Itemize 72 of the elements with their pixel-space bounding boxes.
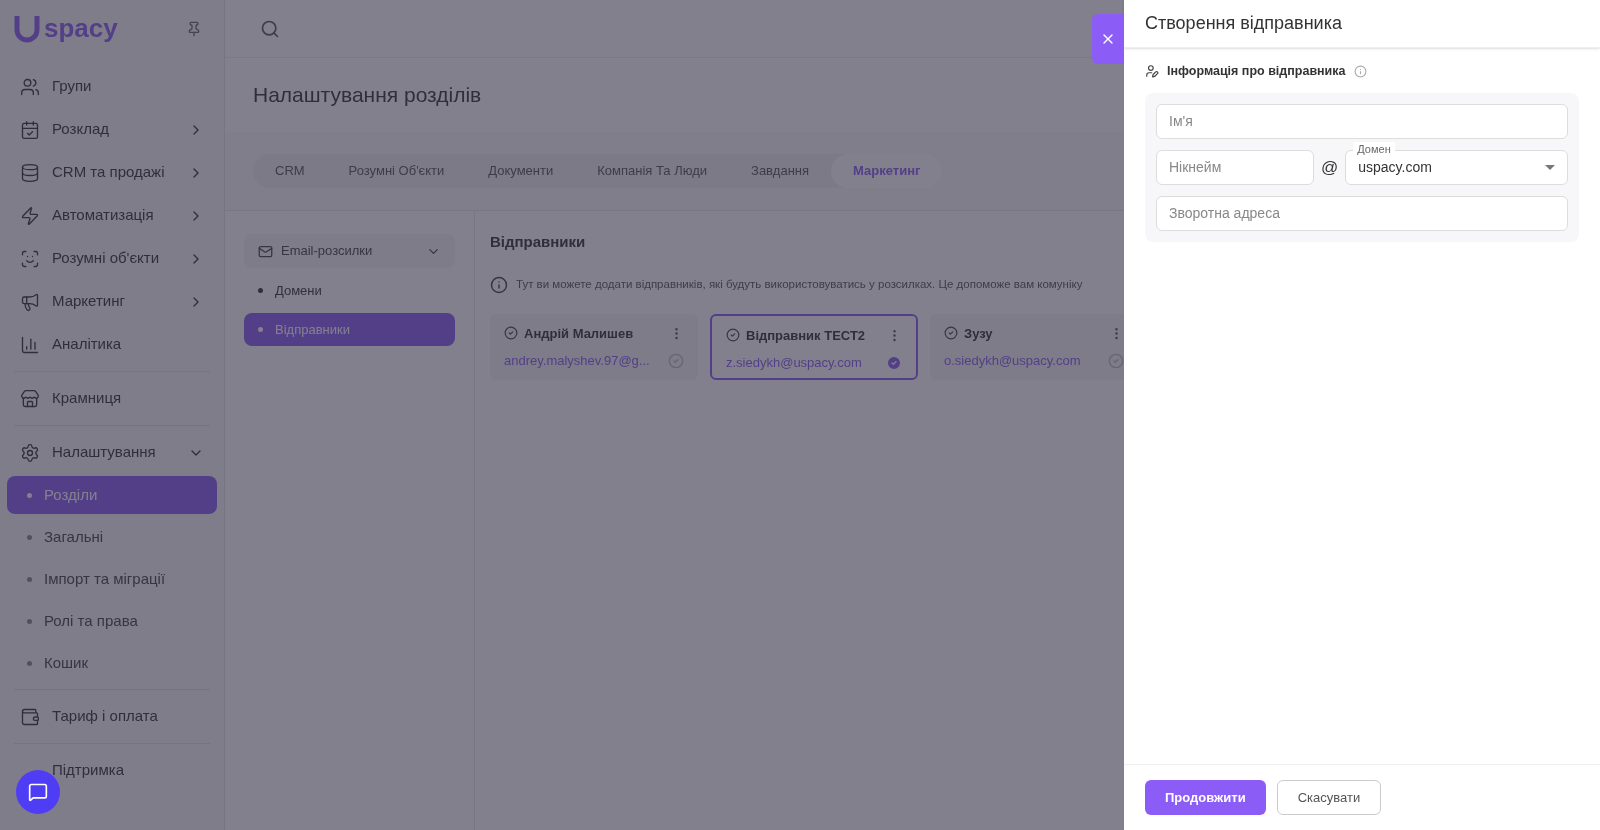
- settings-icon: [20, 442, 40, 463]
- section-tab[interactable]: Розумні Об'єкти: [326, 154, 467, 188]
- sender-name: Зузу: [964, 324, 994, 343]
- check-circle-icon[interactable]: [1108, 352, 1124, 369]
- mail-icon: [258, 243, 273, 259]
- section-tab[interactable]: Компанія Та Люди: [575, 154, 730, 188]
- info-text: Тут ви можете додати відправників, які будуть використовуватись у розсилках. Це допоможе вам комуніку: [516, 276, 1083, 292]
- name-field[interactable]: Ім'я: [1156, 103, 1568, 139]
- sidebar-item[interactable]: Аналітика: [2, 323, 222, 366]
- reply-address-field[interactable]: Зворотна адреса: [1156, 195, 1568, 231]
- info-icon: [490, 275, 508, 294]
- sender-name: Андрій Малишев: [524, 324, 635, 343]
- nickname-field[interactable]: Нікнейм: [1156, 149, 1314, 185]
- scan-icon: [20, 248, 40, 269]
- sender-card[interactable]: Відправник ТЕСТ2 z.siedykh@uspacy.com: [710, 313, 918, 380]
- section-tab[interactable]: CRM: [253, 154, 327, 188]
- section-tab[interactable]: Документи: [466, 154, 576, 188]
- sidebar-subitem[interactable]: Розділи: [7, 476, 217, 514]
- sender-email[interactable]: andrey.malyshev.97@g...: [504, 351, 662, 371]
- sidebar-item[interactable]: Крамниця: [2, 377, 222, 420]
- sidebar-subitem[interactable]: Загальні: [7, 518, 217, 556]
- chat-icon: [28, 782, 48, 802]
- sender-card[interactable]: Зузу o.siedykh@uspacy.com: [930, 313, 1124, 380]
- sidebar-subitem[interactable]: Ролі та права: [7, 602, 217, 640]
- sender-name: Відправник ТЕСТ2: [746, 326, 867, 345]
- section-tab[interactable]: Завдання: [729, 154, 832, 188]
- at-sign: @: [1321, 156, 1339, 179]
- info-icon[interactable]: [1353, 64, 1367, 78]
- sidebar-item[interactable]: Налаштування: [2, 431, 222, 474]
- continue-button[interactable]: Продовжити: [1145, 780, 1266, 815]
- wallet-icon: [20, 706, 40, 727]
- sidebar-subitem[interactable]: Кошик: [7, 644, 217, 682]
- submenu-item[interactable]: Відправники: [244, 313, 455, 346]
- check-circle-icon: [504, 326, 518, 341]
- field-label: Домен: [1353, 141, 1395, 156]
- check-circle-icon: [944, 326, 958, 341]
- sidebar-item[interactable]: CRM та продажі: [2, 151, 222, 194]
- sidebar-item[interactable]: Автоматизація: [2, 194, 222, 237]
- lightning-icon: [20, 205, 40, 226]
- page-title: Налаштування розділів: [253, 82, 482, 109]
- close-button[interactable]: [1092, 14, 1124, 64]
- sender-email[interactable]: z.siedykh@uspacy.com: [726, 353, 880, 373]
- user-edit-icon: [1145, 64, 1159, 79]
- store-icon: [20, 388, 40, 409]
- chart-icon: [20, 334, 40, 355]
- drawer-title: Створення відправника: [1145, 12, 1342, 35]
- submenu-item[interactable]: Домени: [244, 274, 455, 307]
- sidebar-item[interactable]: Розумні об'єкти: [2, 237, 222, 280]
- sidebar-item[interactable]: Маркетинг: [2, 280, 222, 323]
- section-label: Інформація про відправника: [1167, 63, 1346, 80]
- sender-email[interactable]: o.siedykh@uspacy.com: [944, 351, 1102, 371]
- cancel-button[interactable]: Скасувати: [1276, 780, 1382, 815]
- logo-text: spacy: [44, 12, 119, 45]
- sidebar-item[interactable]: Розклад: [2, 108, 222, 151]
- check-circle-icon[interactable]: [668, 352, 684, 369]
- users-icon: [20, 76, 40, 97]
- sender-card[interactable]: Андрій Малишев andrey.malyshev.97@g...: [490, 313, 698, 380]
- pin-icon[interactable]: [186, 20, 202, 37]
- megaphone-icon: [20, 291, 40, 312]
- logo-icon: [14, 13, 40, 44]
- check-circle-icon: [726, 328, 740, 343]
- dropdown-caret-icon: [1545, 164, 1555, 170]
- database-icon: [20, 162, 40, 183]
- section-tab[interactable]: Маркетинг: [831, 154, 943, 188]
- sidebar-item[interactable]: Підтримка: [2, 749, 222, 792]
- search-icon[interactable]: [260, 18, 280, 39]
- section-title: Відправники: [490, 232, 587, 252]
- calendar-icon: [20, 119, 40, 140]
- submenu-header[interactable]: Email-розсилки: [244, 234, 455, 268]
- sidebar-subitem[interactable]: Імпорт та міграції: [7, 560, 217, 598]
- sidebar-item[interactable]: Тариф і оплата: [2, 695, 222, 738]
- sidebar-item[interactable]: Групи: [2, 65, 222, 108]
